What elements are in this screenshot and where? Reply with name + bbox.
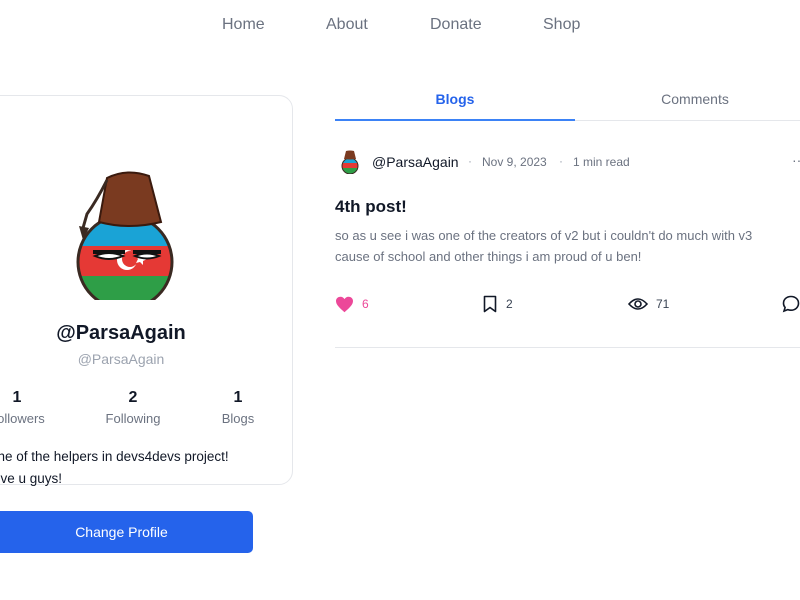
meta-separator: · <box>468 154 472 168</box>
profile-handle: @ParsaAgain <box>77 351 165 367</box>
profile-avatar <box>57 170 187 311</box>
stat-following[interactable]: 2 Following <box>102 389 164 426</box>
azerbaijan-ball-avatar-icon <box>341 150 359 175</box>
like-button[interactable]: 6 <box>335 293 369 315</box>
stat-following-label: Following <box>105 411 161 426</box>
eye-icon <box>628 298 648 310</box>
tab-comments[interactable]: Comments <box>575 80 800 121</box>
stat-followers-label: Followers <box>0 411 45 426</box>
nav-about-link[interactable]: About <box>326 16 368 34</box>
views-count: 71 <box>656 297 670 311</box>
change-profile-button[interactable]: Change Profile <box>0 511 253 553</box>
post-divider <box>335 347 800 348</box>
views-indicator: 71 <box>628 293 669 315</box>
nav-shop-link[interactable]: Shop <box>543 16 580 34</box>
nav-home-link[interactable]: Home <box>222 16 265 34</box>
post-read-time: 1 min read <box>573 155 630 169</box>
post-meta: @ParsaAgain · Nov 9, 2023 · 1 min read ·… <box>337 150 800 176</box>
bookmark-count: 2 <box>506 297 513 311</box>
stat-blogs-count: 1 <box>233 389 243 406</box>
stat-followers[interactable]: 1 Followers <box>0 389 48 426</box>
post-body: so as u see i was one of the creators of… <box>335 228 753 264</box>
meta-separator: · <box>559 154 563 168</box>
like-count: 6 <box>362 297 369 311</box>
profile-card: @ParsaAgain @ParsaAgain 1 Followers 2 Fo… <box>0 95 293 553</box>
post-actions: 6 2 71 <box>335 293 800 315</box>
comment-button[interactable] <box>782 293 800 315</box>
top-nav: Home About Donate Shop <box>0 0 800 52</box>
bookmark-button[interactable]: 2 <box>482 293 513 315</box>
nav-donate-link[interactable]: Donate <box>430 16 482 34</box>
author-avatar[interactable] <box>337 150 361 175</box>
profile-display-name: @ParsaAgain <box>56 322 186 344</box>
profile-tabs: Blogs Comments <box>335 80 800 121</box>
azerbaijan-ball-fez-icon <box>76 171 174 311</box>
more-icon[interactable]: ·· <box>792 152 800 168</box>
post-date: Nov 9, 2023 <box>482 155 547 169</box>
post-author[interactable]: @ParsaAgain <box>372 154 459 170</box>
heart-icon <box>336 296 353 312</box>
comment-icon <box>782 295 800 313</box>
stat-blogs[interactable]: 1 Blogs <box>217 389 259 426</box>
profile-bio: one of the helpers in devs4devs project!… <box>0 449 229 486</box>
stat-following-count: 2 <box>128 389 138 406</box>
stat-followers-count: 1 <box>12 389 22 406</box>
tab-blogs[interactable]: Blogs <box>335 80 575 121</box>
stat-blogs-label: Blogs <box>221 411 255 426</box>
post-title[interactable]: 4th post! <box>335 197 407 217</box>
bookmark-icon <box>483 295 497 313</box>
